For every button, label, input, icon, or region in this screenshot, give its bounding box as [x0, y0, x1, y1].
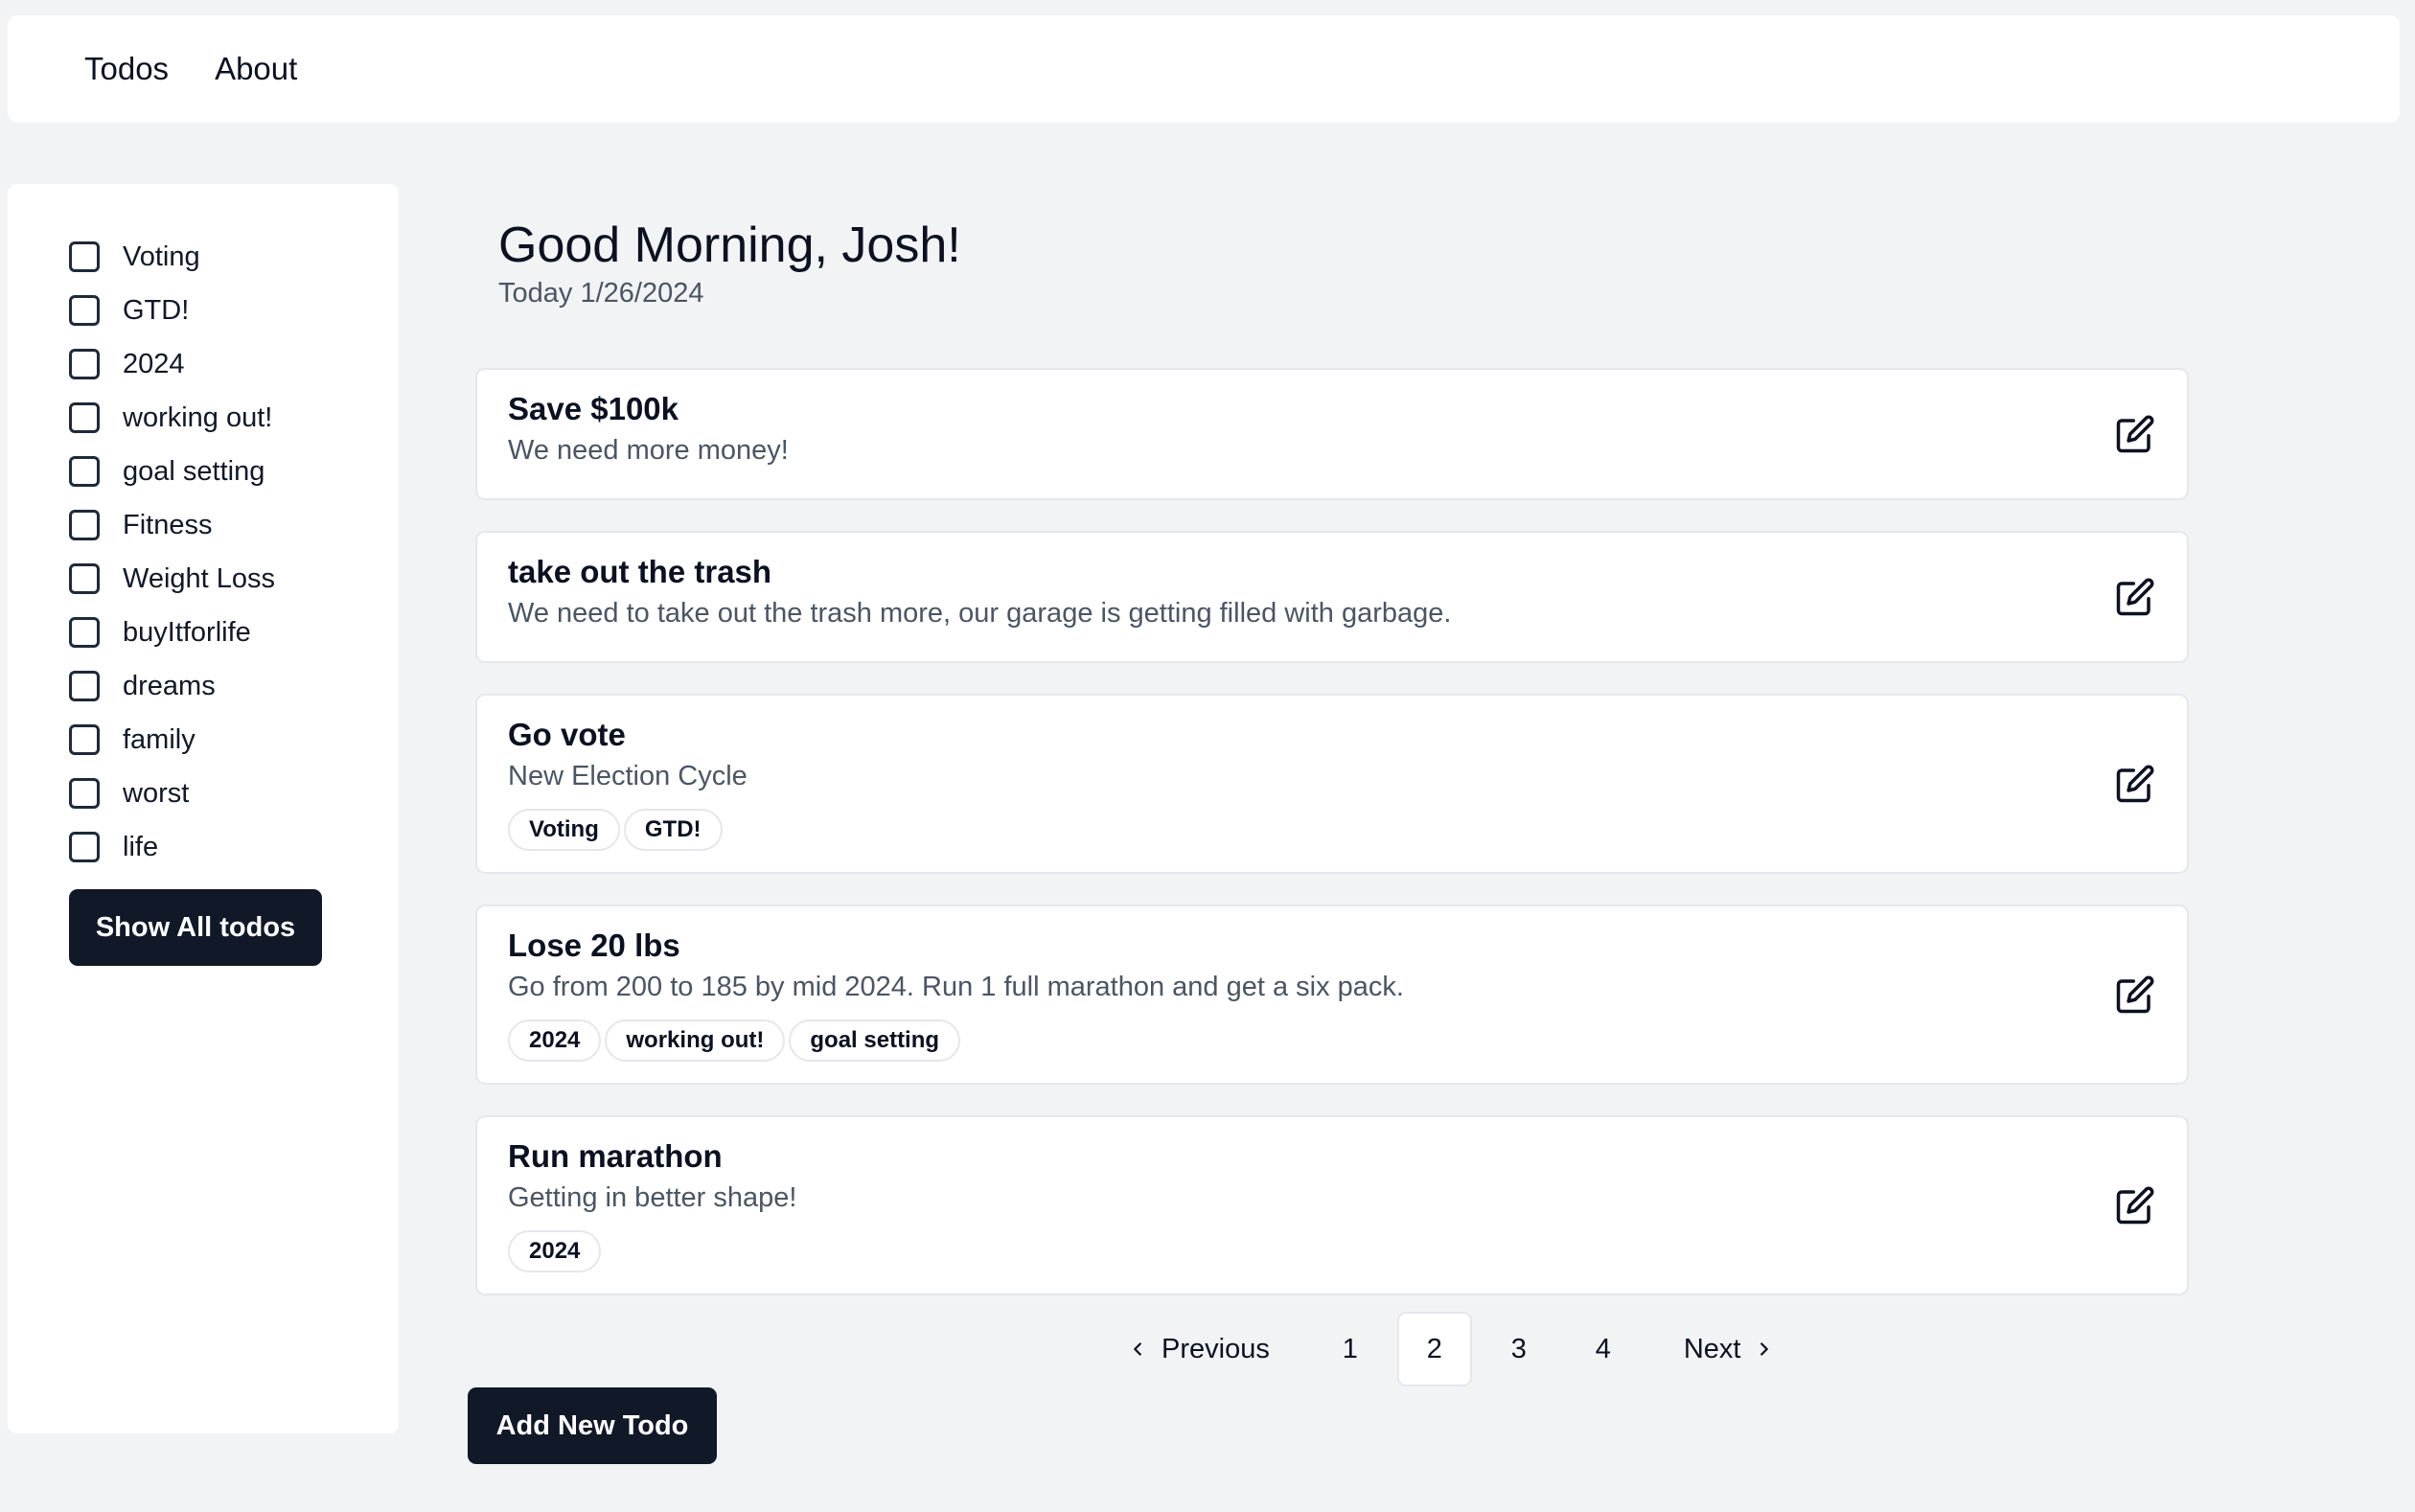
page-4-button[interactable]: 4 [1566, 1312, 1641, 1386]
todo-title: Lose 20 lbs [508, 928, 680, 963]
tag-filter-label: buyItforlife [123, 616, 251, 648]
todo-card: Run marathon Getting in better shape! 2024 [475, 1115, 2189, 1295]
tag-filter-label: Fitness [123, 509, 213, 540]
tag-filter-label: Voting [123, 241, 200, 272]
tag-filter-sidebar: Voting GTD! 2024 working out! goal setting Fi… [8, 184, 399, 1433]
current-date: Today 1/26/2024 [498, 278, 704, 309]
tag-filter-label: 2024 [123, 348, 185, 379]
tag-filter-item[interactable]: GTD! [69, 284, 399, 337]
tag-filter-checkbox[interactable] [69, 349, 100, 379]
nav-link-about[interactable]: About [215, 51, 297, 87]
tag-filter-item[interactable]: worst [69, 767, 399, 820]
tag-badge: 2024 [508, 1230, 602, 1272]
tag-badge: goal setting [789, 1019, 961, 1062]
tag-filter-label: dreams [123, 670, 216, 701]
tag-filter-item[interactable]: family [69, 713, 399, 767]
tag-filter-item[interactable]: dreams [69, 659, 399, 713]
tag-badge: 2024 [508, 1019, 602, 1062]
tag-filter-checkbox[interactable] [69, 295, 100, 326]
tag-filter-item[interactable]: Weight Loss [69, 552, 399, 606]
tag-badge: Voting [508, 809, 620, 851]
nav-link-todos[interactable]: Todos [84, 51, 169, 87]
pagination: Previous 1234 Next [1112, 1311, 1790, 1387]
tag-filter-label: life [123, 831, 159, 862]
tag-filter-checkbox[interactable] [69, 402, 100, 433]
top-navigation: Todos About [8, 15, 2400, 123]
greeting-title: Good Morning, Josh! [498, 218, 961, 273]
tag-filter-item[interactable]: working out! [69, 391, 399, 445]
todo-tags: 2024 working out! goal setting [508, 1019, 2156, 1062]
tag-filter-label: working out! [123, 401, 273, 433]
tag-filter-item[interactable]: goal setting [69, 445, 399, 498]
tag-filter-checkbox[interactable] [69, 724, 100, 755]
todo-card: take out the trash We need to take out th… [475, 531, 2189, 663]
todo-description: Getting in better shape! [508, 1182, 797, 1213]
edit-todo-button[interactable] [2112, 411, 2158, 457]
tag-filter-label: goal setting [123, 455, 265, 487]
todo-description: Go from 200 to 185 by mid 2024. Run 1 fu… [508, 972, 1404, 1002]
tag-filter-label: worst [123, 777, 190, 809]
tag-filter-item[interactable]: Fitness [69, 498, 399, 552]
tag-badge: working out! [605, 1019, 786, 1062]
tag-badge: GTD! [623, 809, 723, 851]
page-1-button[interactable]: 1 [1313, 1312, 1388, 1386]
todo-title: Go vote [508, 717, 626, 752]
todo-description: We need more money! [508, 435, 789, 466]
todo-list: Save $100k We need more money! take out th… [475, 368, 2189, 1326]
todo-description: We need to take out the trash more, our … [508, 598, 1452, 629]
todo-title: Run marathon [508, 1138, 723, 1174]
tag-filter-checkbox[interactable] [69, 241, 100, 272]
todo-title: Save $100k [508, 391, 679, 426]
edit-icon [2116, 578, 2154, 616]
page-numbers: 1234 [1308, 1312, 1645, 1386]
edit-icon [2116, 415, 2154, 453]
tag-filter-checkbox[interactable] [69, 832, 100, 862]
tag-filter-checkbox[interactable] [69, 778, 100, 809]
tag-filter-item[interactable]: 2024 [69, 337, 399, 391]
show-all-todos-button[interactable]: Show All todos [69, 889, 322, 966]
page-3-button[interactable]: 3 [1482, 1312, 1556, 1386]
edit-icon [2116, 975, 2154, 1014]
todo-tags: Voting GTD! [508, 809, 2156, 851]
todo-card: Save $100k We need more money! [475, 368, 2189, 500]
tag-filter-label: family [123, 723, 196, 755]
greeting-header: Good Morning, Josh! Today 1/26/2024 [498, 215, 961, 309]
chevron-left-icon [1134, 1342, 1141, 1356]
edit-todo-button[interactable] [2112, 972, 2158, 1018]
next-page-button[interactable]: Next [1645, 1312, 1791, 1386]
tag-filter-item[interactable]: life [69, 820, 399, 874]
tag-filter-label: Weight Loss [123, 562, 276, 594]
todo-card: Go vote New Election Cycle Voting GTD! [475, 694, 2189, 874]
edit-todo-button[interactable] [2112, 574, 2158, 620]
tag-filter-checkbox[interactable] [69, 671, 100, 701]
previous-label: Previous [1162, 1333, 1270, 1364]
todo-tags: 2024 [508, 1230, 2156, 1272]
add-new-todo-button[interactable]: Add New Todo [468, 1387, 717, 1464]
page-2-button[interactable]: 2 [1396, 1312, 1472, 1386]
edit-todo-button[interactable] [2112, 761, 2158, 807]
tag-filter-list: Voting GTD! 2024 working out! goal setting Fi… [69, 230, 399, 874]
tag-filter-checkbox[interactable] [69, 617, 100, 648]
todo-card: Lose 20 lbs Go from 200 to 185 by mid 202… [475, 905, 2189, 1085]
todo-title: take out the trash [508, 554, 772, 589]
tag-filter-item[interactable]: buyItforlife [69, 606, 399, 659]
todo-description: New Election Cycle [508, 761, 748, 791]
chevron-right-icon [1760, 1342, 1769, 1356]
previous-page-button[interactable]: Previous [1112, 1312, 1308, 1386]
tag-filter-checkbox[interactable] [69, 563, 100, 594]
tag-filter-checkbox[interactable] [69, 456, 100, 487]
next-label: Next [1683, 1333, 1741, 1364]
edit-icon [2116, 1186, 2154, 1225]
edit-todo-button[interactable] [2112, 1182, 2158, 1228]
tag-filter-label: GTD! [123, 294, 190, 326]
tag-filter-item[interactable]: Voting [69, 230, 399, 284]
edit-icon [2116, 765, 2154, 803]
tag-filter-checkbox[interactable] [69, 510, 100, 540]
